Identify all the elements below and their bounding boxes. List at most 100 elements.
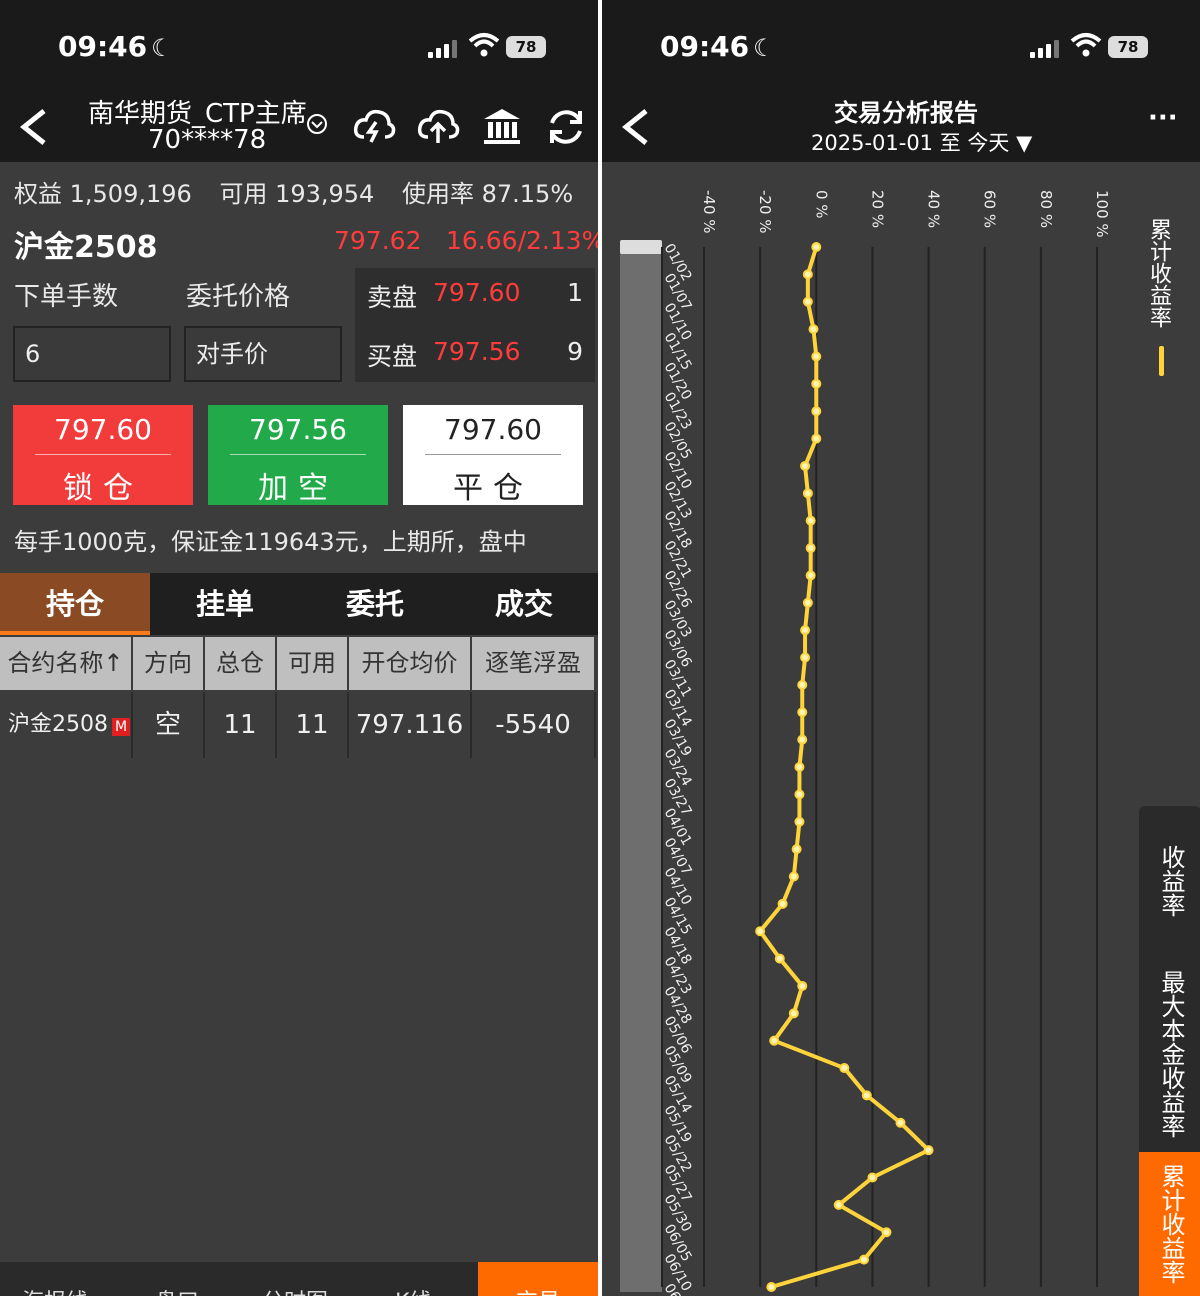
chevron-down-icon[interactable]	[306, 113, 328, 135]
price-change: 16.66/2.13%	[446, 226, 598, 255]
bid-label: 买盘	[367, 342, 418, 371]
equity-label: 权益	[14, 180, 62, 208]
row-pnl: -5540	[472, 692, 596, 758]
more-icon[interactable]: ···	[1148, 103, 1178, 133]
cloud-lightning-icon[interactable]	[352, 105, 396, 149]
row-contract: 沪金2508 M	[0, 692, 133, 758]
signal-icon	[428, 38, 457, 58]
tick-label: 40 %	[925, 190, 943, 228]
legend-swatch	[1159, 346, 1164, 376]
side-tab-return[interactable]: 收益率	[1139, 806, 1200, 956]
bottom-tab-2[interactable]: 盘口	[155, 1284, 199, 1296]
clock: 09:46 ☾	[58, 30, 173, 63]
data-point	[797, 734, 808, 745]
data-point	[859, 1254, 870, 1265]
side-tab-cumulative-return[interactable]: 累计收益率	[1139, 1152, 1200, 1296]
available-value: 193,954	[275, 180, 375, 208]
price-label: 委托价格	[186, 282, 291, 312]
qty-label: 下单手数	[14, 282, 119, 312]
available-label: 可用	[219, 180, 268, 208]
data-point	[802, 597, 813, 608]
range-slider-track	[620, 242, 662, 1292]
data-point	[802, 269, 813, 280]
cumulative-return-chart: -40 % -20 % 0 % 20 % 40 % 60 % 80 % 100 %01/020…	[620, 190, 1111, 1296]
price-type-select[interactable]: 对手价	[184, 326, 342, 382]
data-point	[802, 488, 813, 499]
moon-icon: ☾	[151, 34, 173, 62]
back-arrow-icon[interactable]	[616, 105, 656, 149]
bottom-tab-4[interactable]: K线	[395, 1284, 431, 1296]
trading-screen: 09:46 ☾ 78 南华期货_CTP主席 70****78 权益 1,509,1…	[0, 0, 598, 1296]
status-bar: 09:46 ☾ 78	[0, 0, 598, 95]
data-point	[797, 707, 808, 718]
tick-label: 60 %	[981, 190, 999, 228]
lock-button[interactable]: 797.60 锁仓	[13, 405, 193, 506]
nav-bar: 交易分析报告 2025-01-01 至 今天 ▼ ···	[602, 95, 1200, 162]
row-total: 11	[205, 692, 277, 758]
tick-label: 100 %	[1093, 190, 1111, 238]
bottom-tab-bar: 海报线 盘口 分时图 K线 交易	[0, 1262, 598, 1296]
col-contract[interactable]: 合约名称↑	[0, 637, 133, 690]
date-range-select[interactable]: 2025-01-01 至 今天 ▼	[811, 127, 1032, 157]
data-point	[811, 242, 822, 252]
data-point	[811, 378, 822, 389]
lock-label: 锁仓	[63, 471, 143, 506]
data-point	[788, 871, 799, 882]
qty-input[interactable]: 6	[13, 326, 171, 382]
ask-qty: 1	[567, 278, 583, 307]
data-point	[811, 351, 822, 362]
clock: 09:46 ☾	[660, 30, 775, 63]
nav-bar: 南华期货_CTP主席 70****78	[0, 95, 598, 162]
data-point	[895, 1117, 906, 1128]
page-title: 交易分析报告	[834, 99, 978, 127]
data-point	[766, 1282, 777, 1292]
bank-icon[interactable]	[480, 105, 524, 149]
data-point	[769, 1035, 780, 1046]
caret-down-icon: ▼	[1016, 131, 1033, 155]
data-point	[797, 980, 808, 991]
close-position-button[interactable]: 797.60 平仓	[403, 405, 583, 506]
series-line	[758, 246, 931, 1289]
add-price: 797.56	[249, 413, 347, 446]
bottom-tab-3[interactable]: 分时图	[262, 1284, 328, 1296]
data-point	[881, 1227, 892, 1238]
bid-price[interactable]: 797.56	[433, 337, 520, 366]
tab-pending[interactable]: 挂单	[150, 573, 300, 635]
close-label: 平仓	[453, 471, 533, 506]
bottom-tab-1[interactable]: 海报线	[22, 1284, 88, 1296]
add-short-button[interactable]: 797.56 加空	[208, 405, 388, 506]
col-total: 总仓	[205, 637, 277, 690]
moon-icon: ☾	[753, 34, 775, 62]
account-summary: 权益 1,509,196 可用 193,954 使用率 87.15%	[14, 174, 598, 209]
account-id: 70****78	[148, 125, 267, 155]
data-point	[797, 679, 808, 690]
data-point	[861, 1090, 872, 1101]
tab-orders[interactable]: 委托	[300, 573, 450, 635]
data-point	[788, 1008, 799, 1019]
analysis-screen: 09:46 ☾ 78 交易分析报告 2025-01-01 至 今天 ▼ ··· -…	[602, 0, 1200, 1296]
close-price: 797.60	[444, 413, 542, 446]
tick-label: 20 %	[868, 190, 886, 228]
col-direction: 方向	[133, 637, 205, 690]
contract-info: 每手1000克，保证金119643元，上期所，盘中	[14, 528, 527, 556]
bid-qty: 9	[567, 337, 583, 366]
usage-label: 使用率	[401, 180, 474, 208]
bottom-tab-trade[interactable]: 交易	[478, 1262, 598, 1296]
contract-name[interactable]: 沪金2508	[14, 222, 158, 266]
row-direction: 空	[133, 692, 205, 758]
back-arrow-icon[interactable]	[14, 105, 54, 149]
data-point	[808, 324, 819, 335]
data-point	[794, 789, 805, 800]
range-slider-handle	[620, 240, 662, 254]
lock-price: 797.60	[54, 413, 152, 446]
cloud-upload-icon[interactable]	[416, 105, 460, 149]
side-tab-max-principal-return[interactable]: 最大本金收益率	[1139, 956, 1200, 1152]
ask-price[interactable]: 797.60	[433, 278, 520, 307]
data-point	[791, 844, 802, 855]
tick-label: -20 %	[756, 190, 774, 234]
tab-trades[interactable]: 成交	[450, 573, 598, 635]
data-point	[833, 1199, 844, 1210]
refresh-icon[interactable]	[544, 105, 588, 149]
last-price: 797.62	[334, 226, 422, 255]
tab-positions[interactable]: 持仓	[0, 573, 150, 635]
